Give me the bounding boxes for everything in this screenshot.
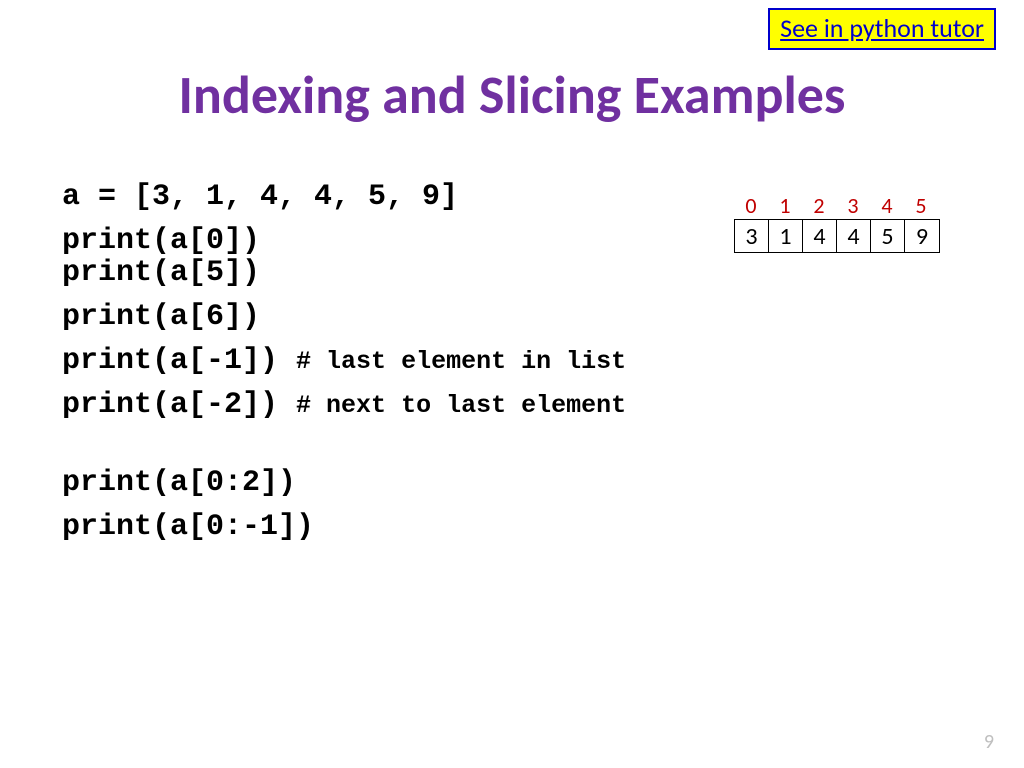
code-line: print(a[0:-1]) xyxy=(62,512,626,542)
index-label: 1 xyxy=(768,192,802,219)
code-line: print(a[0:2]) xyxy=(62,468,626,498)
index-label: 4 xyxy=(870,192,904,219)
code-line: print(a[-1]) # last element in list xyxy=(62,346,626,376)
array-diagram: 0 1 2 3 4 5 3 1 4 4 5 9 xyxy=(734,192,940,253)
value-cell: 1 xyxy=(769,220,803,252)
code-line: print(a[-2]) # next to last element xyxy=(62,390,626,420)
index-row: 0 1 2 3 4 5 xyxy=(734,192,940,219)
code-text: print(a[-2]) xyxy=(62,388,296,422)
value-cell: 4 xyxy=(837,220,871,252)
slide: See in python tutor Indexing and Slicing… xyxy=(0,0,1024,768)
slide-title: Indexing and Slicing Examples xyxy=(0,62,1024,128)
code-line: a = [3, 1, 4, 4, 5, 9] xyxy=(62,182,626,212)
value-cell: 4 xyxy=(803,220,837,252)
value-cell: 3 xyxy=(735,220,769,252)
index-label: 3 xyxy=(836,192,870,219)
page-number: 9 xyxy=(984,730,994,754)
index-label: 0 xyxy=(734,192,768,219)
code-line: print(a[0]) xyxy=(62,226,626,256)
code-comment: # last element in list xyxy=(296,347,626,376)
python-tutor-link[interactable]: See in python tutor xyxy=(768,8,996,50)
value-cell: 9 xyxy=(905,220,939,252)
value-cell: 5 xyxy=(871,220,905,252)
value-row: 3 1 4 4 5 9 xyxy=(734,219,940,253)
code-block: a = [3, 1, 4, 4, 5, 9] print(a[0]) print… xyxy=(62,182,626,556)
index-label: 5 xyxy=(904,192,938,219)
code-text: print(a[-1]) xyxy=(62,344,296,378)
code-line: print(a[5]) xyxy=(62,258,626,288)
index-label: 2 xyxy=(802,192,836,219)
code-line: print(a[6]) xyxy=(62,302,626,332)
code-comment: # next to last element xyxy=(296,391,626,420)
